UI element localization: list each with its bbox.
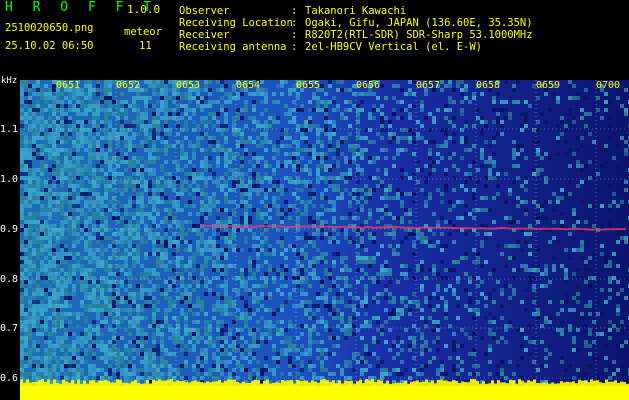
field-value-location: Ogaki, Gifu, JAPAN (136.60E, 35.35N) — [305, 17, 533, 29]
field-value-antenna: 2el-HB9CV Vertical (el. E-W) — [305, 41, 483, 53]
field-label-antenna: Receiving antenna — [179, 41, 287, 53]
file-name: 2510020650.png — [5, 22, 94, 34]
x-tick-label: 0655 — [296, 80, 321, 91]
version-label: 1.0.0 — [127, 3, 161, 16]
meteor-count: 11 — [139, 40, 152, 52]
yellow-band — [20, 386, 629, 400]
y-tick-label: 0.9 — [0, 224, 19, 235]
meteor-label: meteor — [124, 26, 162, 38]
x-tick-label: 0654 — [236, 80, 261, 91]
y-tick-label: 0.6 — [0, 373, 19, 384]
x-tick-label: 0657 — [416, 80, 441, 91]
field-value-receiver: R820T2(RTL-SDR) SDR-Sharp 53.1000MHz — [305, 29, 533, 41]
timestamp: 25.10.02 06:50 — [5, 40, 94, 52]
x-tick-label: 0659 — [536, 80, 561, 91]
field-label-receiver: Receiver — [179, 29, 230, 41]
field-sep-location: : — [291, 17, 298, 29]
x-tick-label: 0656 — [356, 80, 381, 91]
y-tick-label: 1.0 — [0, 174, 19, 185]
y-tick-label: 0.7 — [0, 323, 19, 334]
x-tick-label: 0700 — [596, 80, 621, 91]
field-value-observer: Takanori Kawachi — [305, 5, 407, 17]
y-axis-unit: kHz — [1, 76, 18, 86]
field-label-observer: Observer — [179, 5, 230, 17]
y-tick-label: 0.8 — [0, 274, 19, 285]
y-tick-label: 1.1 — [0, 124, 19, 135]
x-tick-label: 0653 — [176, 80, 201, 91]
spectrogram-plot — [20, 80, 629, 400]
x-tick-label: 0658 — [476, 80, 501, 91]
x-tick-label: 0651 — [56, 80, 81, 91]
spectrogram-canvas — [20, 80, 629, 400]
field-sep-receiver: : — [291, 29, 298, 41]
field-sep-observer: : — [291, 5, 298, 17]
field-label-location: Receiving Location — [179, 17, 293, 29]
x-tick-label: 0652 — [116, 80, 141, 91]
header-panel: H R O F F T 1.0.0 2510020650.png meteor … — [0, 0, 629, 78]
field-sep-antenna: : — [291, 41, 298, 53]
